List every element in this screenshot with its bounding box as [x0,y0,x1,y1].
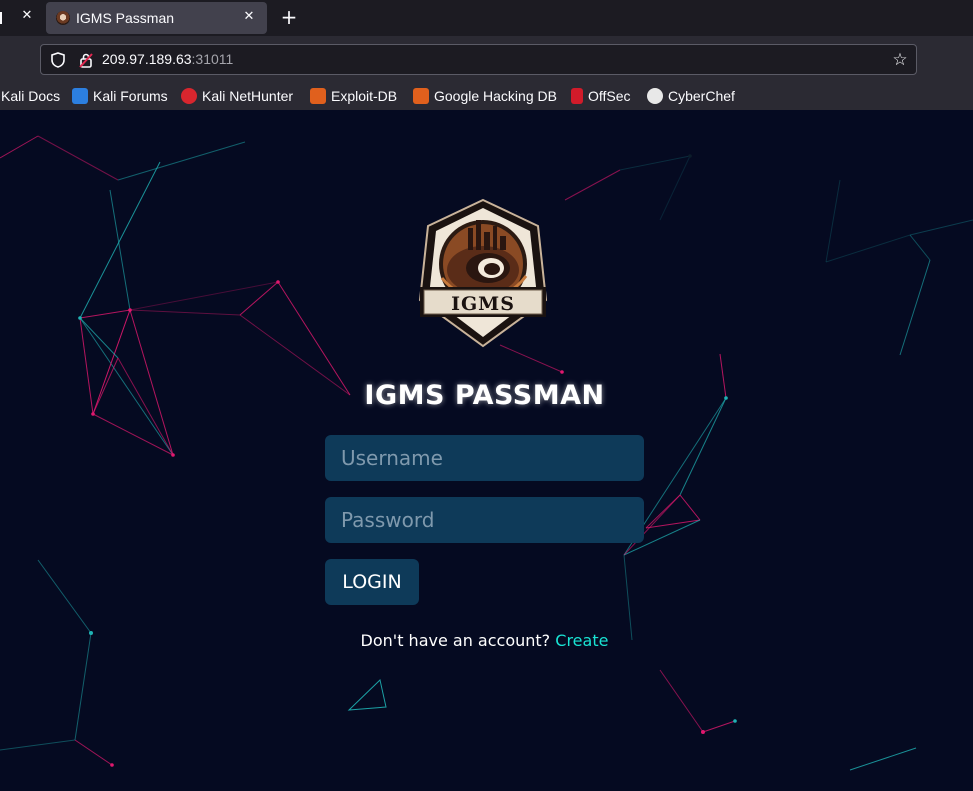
url-bar[interactable]: 209.97.189.63:31011 ☆ [40,44,917,75]
bookmark-label: Google Hacking DB [434,88,557,104]
lock-insecure-icon[interactable] [79,52,93,68]
favicon-icon [56,11,70,25]
page-content: IGMS IGMS PASSMAN LOGIN Don't have an ac… [0,110,973,791]
password-input[interactable] [325,497,644,543]
tab-igms-passman[interactable]: IGMS Passman ✕ [46,2,267,34]
offsec-icon [571,88,583,104]
tab-previous-edge [0,12,2,24]
ghdb-icon [413,88,429,104]
navigation-bar: 209.97.189.63:31011 ☆ [0,36,973,82]
page-title: IGMS PASSMAN [364,380,605,411]
create-account-link[interactable]: Create [555,631,608,650]
bookmark-cyberchef[interactable]: CyberChef [647,86,735,106]
bookmark-offsec[interactable]: OffSec [571,86,631,106]
url-text[interactable]: 209.97.189.63:31011 [102,51,233,67]
signup-prompt: Don't have an account? Create [325,631,644,650]
exploitdb-icon [310,88,326,104]
bookmark-label: Kali NetHunter [202,88,294,104]
url-port: :31011 [191,51,234,67]
tab-title: IGMS Passman [76,10,175,26]
close-icon[interactable]: ✕ [20,9,34,23]
bookmark-kali-nethunter[interactable]: Kali NetHunter [181,86,293,106]
tab-bar: ✕ IGMS Passman ✕ + [0,0,973,36]
nethunter-icon [181,88,197,104]
bookmark-label: CyberChef [668,88,735,104]
signup-prompt-text: Don't have an account? [360,631,551,650]
logo-text: IGMS [451,293,515,315]
shield-icon[interactable] [51,52,65,68]
login-button[interactable]: LOGIN [325,559,419,605]
url-host: 209.97.189.63 [102,51,192,67]
igms-logo [418,198,548,348]
bookmark-star-icon[interactable]: ☆ [890,50,910,70]
tab-previous[interactable]: ✕ [0,2,44,34]
bookmark-label: Kali Docs [1,88,61,104]
bookmarks-toolbar: Kali Docs Kali Forums Kali NetHunter Exp… [0,82,973,110]
bookmark-kali-forums[interactable]: Kali Forums [72,86,168,106]
bookmark-google-hacking-db[interactable]: Google Hacking DB [413,86,557,106]
close-icon[interactable]: ✕ [242,10,256,24]
kali-forums-icon [72,88,88,104]
bookmark-exploit-db[interactable]: Exploit-DB [310,86,397,106]
bookmark-label: Exploit-DB [331,88,398,104]
username-input[interactable] [325,435,644,481]
bookmark-kali-docs[interactable]: Kali Docs [1,86,60,106]
bookmark-label: OffSec [588,88,631,104]
bookmark-label: Kali Forums [93,88,168,104]
plus-icon[interactable]: + [280,7,298,27]
cyberchef-icon [647,88,663,104]
